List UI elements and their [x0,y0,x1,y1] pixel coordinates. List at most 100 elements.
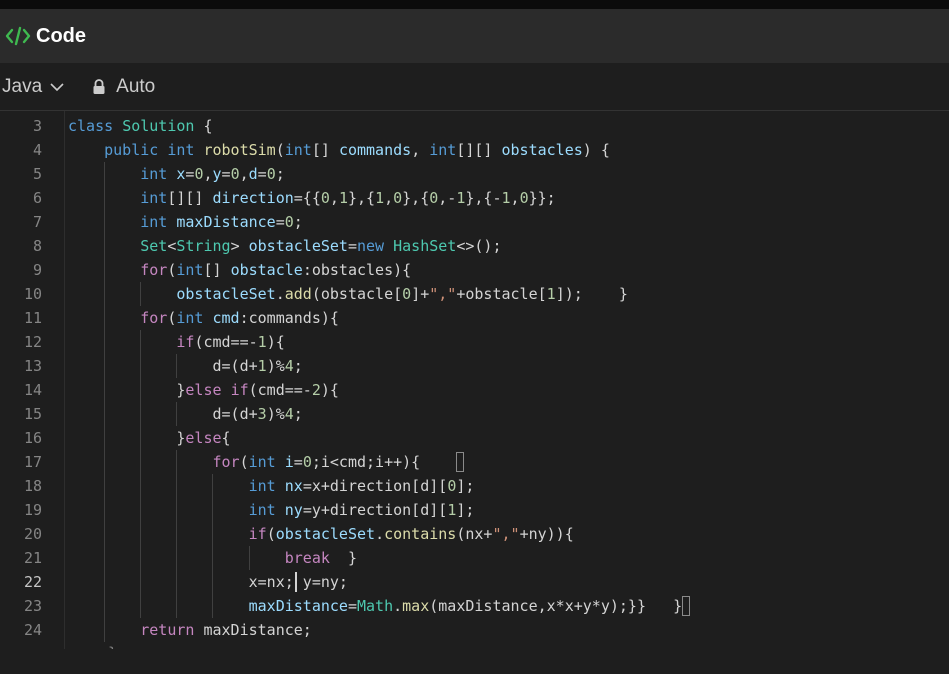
indent-guide [104,402,105,426]
code-token: ( [275,141,285,159]
indent-guide [104,570,105,594]
code-line[interactable]: 8 Set<String> obstacleSet=new HashSet<>(… [0,234,949,258]
code-line[interactable]: 3 class Solution { [0,114,949,138]
indent-guide [104,498,105,522]
code-token: [] [311,141,339,159]
code-token: d=(d+ [212,357,258,375]
code-line[interactable]: 13 d=(d+1)%4; [0,354,949,378]
code-token: ]); } [555,285,628,303]
code-token: > [230,237,249,255]
indent-guide [140,282,141,306]
code-token: for [140,261,168,279]
code-line[interactable]: 18 int nx=x+direction[d][0]; [0,474,949,498]
code-token: int [140,165,177,183]
line-number: 16 [23,429,42,447]
code-token: . [375,525,385,543]
code-line[interactable]: 17 for(int i=0;i<cmd;i++){ [0,450,949,474]
code-line[interactable]: 10 obstacleSet.add(obstacle[0]+","+obsta… [0,282,949,306]
code-text: int x=0,y=0,d=0; [68,162,285,186]
code-line[interactable]: 5 int x=0,y=0,d=0; [0,162,949,186]
code-token: maxDistance [176,213,276,231]
code-line[interactable]: 23 maxDistance=Math.max(maxDistance,x*x+… [0,594,949,618]
code-text: public int robotSim(int[] commands, int[… [68,138,610,162]
code-token: { [221,429,231,447]
indent-guide [104,330,105,354]
language-label: Java [2,75,43,97]
indent-guide [104,210,105,234]
code-line[interactable]: 7 int maxDistance=0; [0,210,949,234]
code-token: x=nx; y=ny; [248,573,348,591]
indent-guide [104,546,105,570]
code-token: :commands){ [239,309,339,327]
code-token: 4 [284,405,294,423]
code-line[interactable]: 11 for(int cmd:commands){ [0,306,949,330]
line-number: 18 [23,477,42,495]
code-token: +obstacle[ [456,285,547,303]
code-text: for(int cmd:commands){ [68,306,339,330]
code-token: = [347,597,357,615]
code-token: , [510,189,520,207]
code-token: add [284,285,312,303]
code-token: = [221,165,231,183]
indent-guide [249,546,250,570]
indent-guide [140,594,141,618]
code-token: (obstacle[ [311,285,403,303]
code-token: int [284,141,312,159]
code-line[interactable]: 12 if(cmd==-1){ [0,330,949,354]
code-token: 1 [447,501,457,519]
line-number: 10 [23,285,42,303]
code-token: int [176,261,204,279]
indent-guide [104,450,105,474]
code-token: (cmd==- [194,333,258,351]
code-line[interactable]: 9 for(int[] obstacle:obstacles){ [0,258,949,282]
code-token: (maxDistance,x*x+y*y);}} } [429,597,683,615]
code-token: ){ [320,381,339,399]
code-line[interactable]: 4 public int robotSim(int[] commands, in… [0,138,949,162]
code-token: obstacleSet [176,285,276,303]
language-selector[interactable]: Java [2,76,64,98]
code-line[interactable]: 20 if(obstacleSet.contains(nx+","+ny)){ [0,522,949,546]
code-token: maxDistance [248,597,348,615]
code-token: if [176,333,195,351]
code-token: [] [203,261,231,279]
line-number: 9 [32,261,42,279]
code-line[interactable]: 22 x=nx; y=ny; [0,570,949,594]
code-token: 1 [501,189,511,207]
code-line[interactable]: 6 int[][] direction={{0,1},{1,0},{0,-1},… [0,186,949,210]
code-token: commands [338,141,412,159]
code-line[interactable]: 14 }else if(cmd==-2){ [0,378,949,402]
code-editor[interactable]: * * * } -- 3class Solution {4 public int… [0,111,949,649]
code-line[interactable]: 16 }else{ [0,426,949,450]
code-line[interactable]: 19 int ny=y+direction[d][1]; [0,498,949,522]
code-token: :obstacles){ [302,261,412,279]
code-token: ; [293,357,303,375]
code-token: ]; [456,501,475,519]
code-token: )% [266,357,285,375]
line-number: 4 [32,141,42,159]
code-text: int[][] direction={{0,1},{1,0},{0,-1},{-… [68,186,555,210]
code-token: d [248,165,258,183]
code-token: obstacleSet [275,525,376,543]
code-token: 1 [257,333,267,351]
code-token: int [248,501,285,519]
indent-guide [104,306,105,330]
indent-guide [212,570,213,594]
code-text: x=nx; y=ny; [68,570,348,594]
indent-guide [140,450,141,474]
panel-title: Code [36,24,86,47]
auto-mode-toggle[interactable]: Auto [92,76,155,98]
indent-guide [176,522,177,546]
code-text: obstacleSet.add(obstacle[0]+","+obstacle… [68,282,628,306]
code-line[interactable]: 15 d=(d+3)%4; [0,402,949,426]
code-line[interactable]: 24 return maxDistance; [0,618,949,642]
code-line[interactable]: 21 break } [0,546,949,570]
code-token: for [212,453,240,471]
code-text: maxDistance=Math.max(maxDistance,x*x+y*y… [68,594,683,618]
indent-guide [140,426,141,450]
line-number: 24 [23,621,42,639]
indent-guide [140,330,141,354]
code-token: } [329,549,357,567]
code-token: 0 [447,477,457,495]
